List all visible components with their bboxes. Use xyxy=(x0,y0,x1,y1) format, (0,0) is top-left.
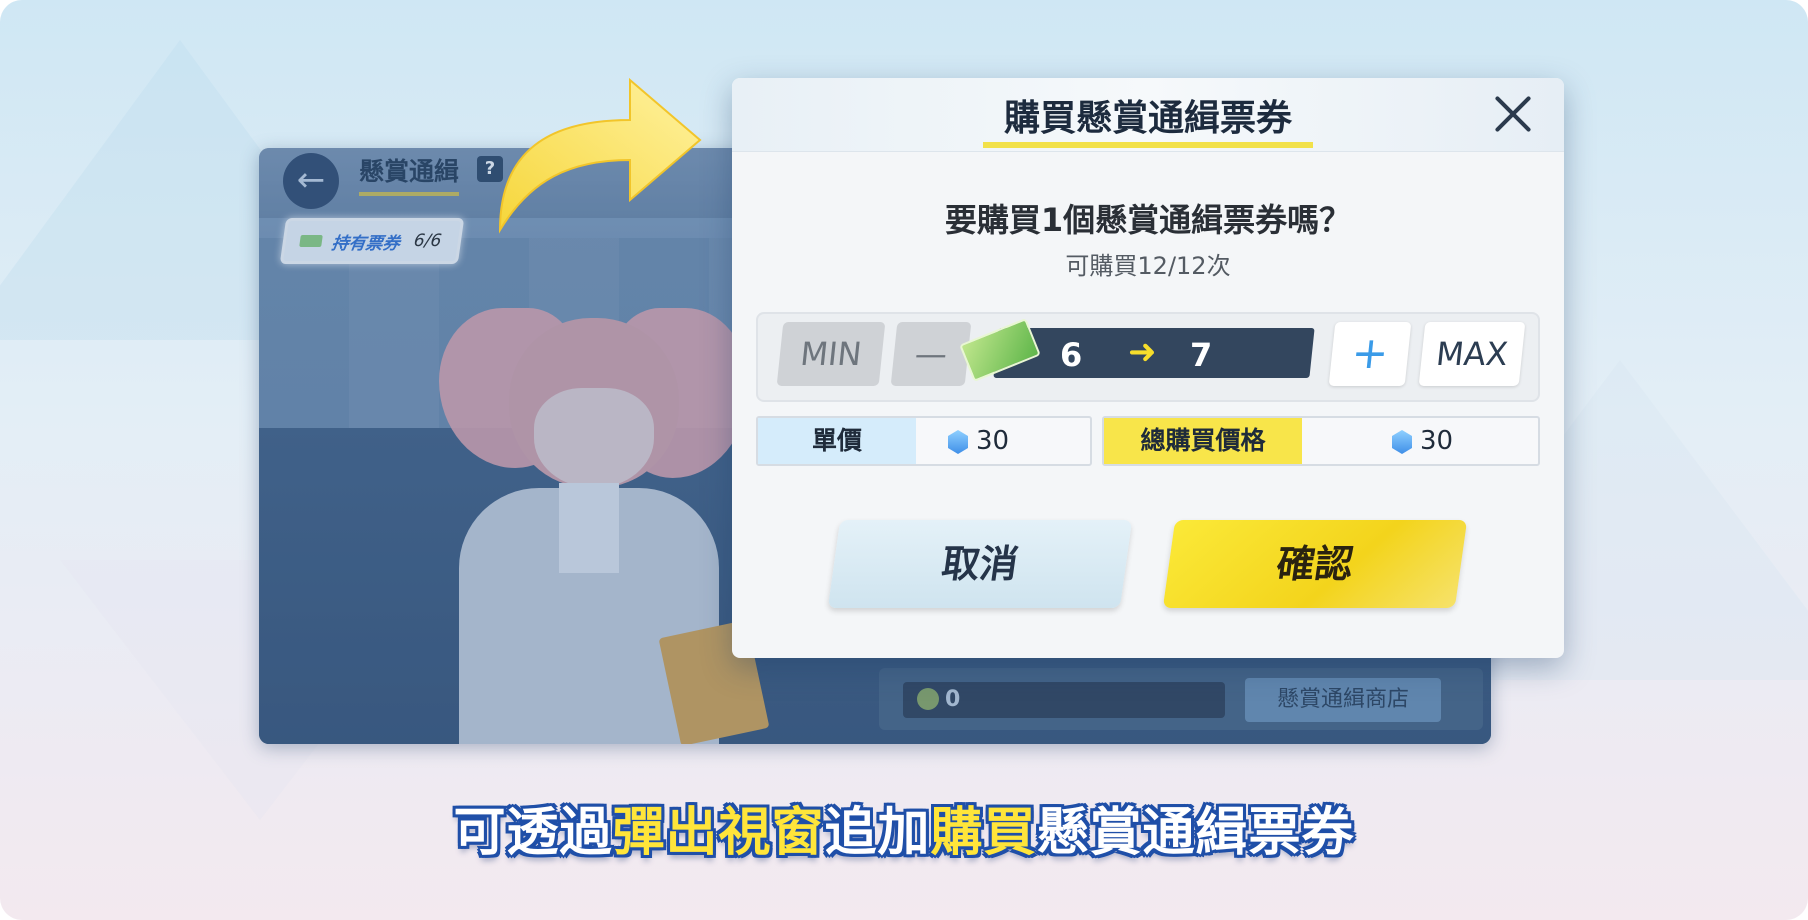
total-price-box: 總購買價格 30 xyxy=(1102,416,1540,466)
purchase-question: 要購買1個懸賞通緝票券嗎？ xyxy=(944,201,1352,239)
max-button[interactable]: MAX xyxy=(1418,322,1526,386)
total-price-value: 30 xyxy=(1420,426,1454,456)
quantity-stepper: MIN — 6 ➜ 7 + MAX xyxy=(756,312,1540,402)
dialog-title: 購買懸賞通緝票券 xyxy=(1003,98,1292,139)
title-underline xyxy=(983,142,1313,148)
caption-part: 追加 xyxy=(824,803,931,863)
caption-highlight: 彈出視窗 xyxy=(612,803,825,863)
unit-price-box: 單價 30 xyxy=(756,416,1092,466)
minus-button[interactable]: — xyxy=(890,322,972,386)
unit-price-label: 單價 xyxy=(758,418,916,464)
cancel-button[interactable]: 取消 xyxy=(827,520,1133,608)
total-price-label: 總購買價格 xyxy=(1104,418,1302,464)
gem-icon xyxy=(948,430,968,454)
confirm-button[interactable]: 確認 xyxy=(1162,520,1468,608)
purchase-dialog: 購買懸賞通緝票券 要購買1個懸賞通緝票券嗎？ 可購買12/12次 MIN — 6… xyxy=(732,78,1564,658)
promo-caption: 可透過彈出視窗追加購買懸賞通緝票券 xyxy=(0,790,1808,865)
close-icon[interactable] xyxy=(1490,92,1534,136)
caption-part: 懸賞通緝票券 xyxy=(1036,803,1355,863)
caption-highlight: 購買 xyxy=(930,803,1037,863)
gem-icon xyxy=(1392,430,1412,454)
curved-arrow-icon xyxy=(498,77,702,234)
caption-part: 可透過 xyxy=(453,803,613,863)
new-count: 7 xyxy=(1190,336,1213,374)
current-count: 6 xyxy=(1060,336,1083,374)
min-button[interactable]: MIN xyxy=(776,322,886,386)
plus-button[interactable]: + xyxy=(1328,322,1412,386)
purchase-limit: 可購買12/12次 xyxy=(1065,252,1231,280)
dialog-header: 購買懸賞通緝票券 xyxy=(732,78,1564,152)
arrow-right-icon: ➜ xyxy=(1128,332,1157,372)
unit-price-value: 30 xyxy=(976,426,1010,456)
promo-frame: ← 懸賞通緝 ? 持有票券 6/6 0 懸賞通緝商店 購買懸賞通緝票券 要購買1… xyxy=(0,0,1808,920)
